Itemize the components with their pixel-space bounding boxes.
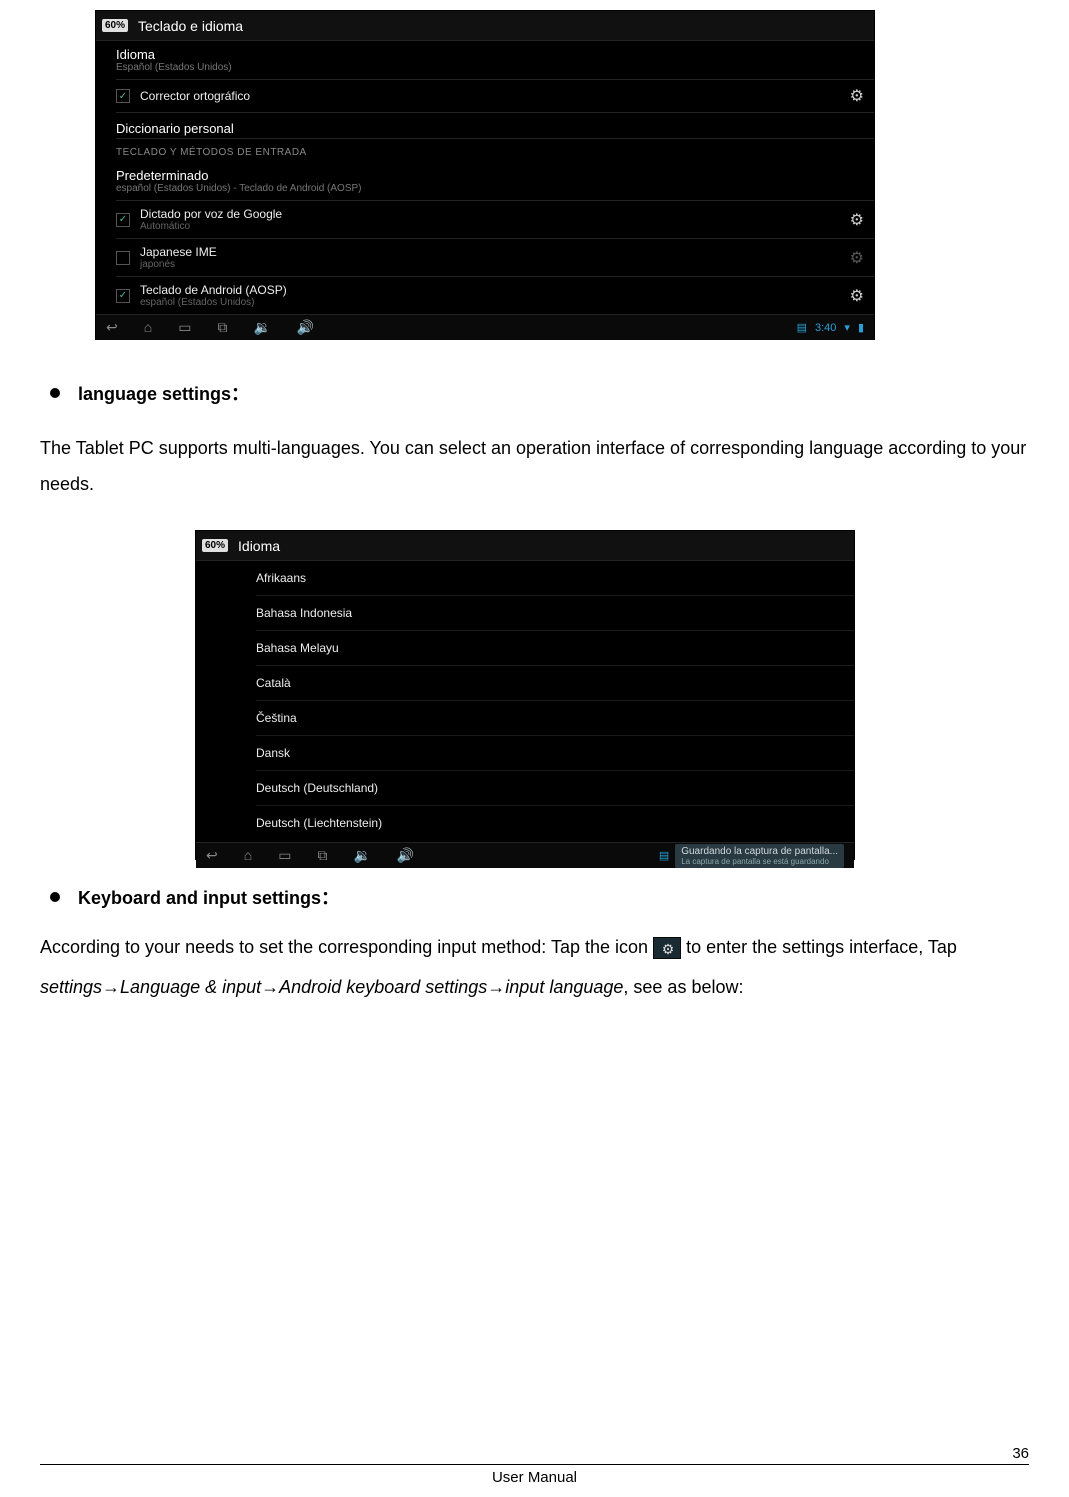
predeterminado-value: español (Estados Unidos) - Teclado de An…	[116, 183, 874, 198]
recent-icon[interactable]: ▭	[178, 319, 191, 336]
corrector-row[interactable]: ✓ Corrector ortográfico ⚙	[116, 82, 874, 110]
page-number: 36	[1012, 1445, 1029, 1462]
page-footer: 36 User Manual	[40, 1464, 1029, 1469]
ime-sub: Automático	[140, 221, 282, 232]
idioma-value: Español (Estados Unidos)	[116, 62, 874, 77]
checkbox-icon[interactable]	[116, 251, 130, 265]
volume-down-icon[interactable]: 🔉	[253, 319, 270, 336]
ime-sub: español (Estados Unidos)	[140, 297, 287, 308]
home-icon[interactable]: ⌂	[244, 847, 252, 864]
language-option[interactable]: Čeština	[256, 701, 854, 736]
battery-badge: 60%	[202, 539, 228, 552]
shot1-header: 60% Teclado e idioma	[96, 11, 874, 41]
predeterminado-label[interactable]: Predeterminado	[116, 162, 874, 183]
back-icon[interactable]: ↩	[106, 319, 118, 336]
screenshot-language-input: 60% Teclado e idioma Idioma Español (Est…	[95, 10, 875, 340]
ime-title: Teclado de Android (AOSP)	[140, 283, 287, 297]
sd-icon: ▤	[797, 321, 807, 334]
bullet-dot-icon	[50, 388, 60, 398]
android-navbar: ↩ ⌂ ▭ ⧉ 🔉 🔊 ▤ Guardando la captura de pa…	[196, 842, 854, 868]
shot2-header: 60% Idioma	[196, 531, 854, 561]
volume-up-icon[interactable]: 🔊	[297, 319, 314, 336]
language-option[interactable]: Deutsch (Liechtenstein)	[256, 806, 854, 840]
bullet-dot-icon	[50, 892, 60, 902]
ime-row-google[interactable]: ✓ Dictado por voz de Google Automático ⚙	[116, 203, 874, 236]
language-option[interactable]: Dansk	[256, 736, 854, 771]
section-heading-language: language settings：	[78, 380, 249, 406]
language-option[interactable]: Afrikaans	[256, 561, 854, 596]
checkbox-checked-icon[interactable]: ✓	[116, 89, 130, 103]
section-heading-keyboard: Keyboard and input settings：	[78, 884, 339, 910]
save-icon: ▤	[659, 849, 669, 862]
home-icon[interactable]: ⌂	[144, 319, 152, 336]
wifi-icon: ▾	[844, 321, 850, 334]
volume-down-icon[interactable]: 🔉	[353, 847, 370, 864]
android-navbar: ↩ ⌂ ▭ ⧉ 🔉 🔊 ▤ 3:40 ▾ ▮	[96, 314, 874, 340]
screenshot-icon[interactable]: ⧉	[217, 319, 227, 336]
teclado-category: TECLADO Y MÉTODOS DE ENTRADA	[116, 141, 874, 162]
ime-title: Dictado por voz de Google	[140, 207, 282, 221]
language-option[interactable]: Deutsch (Deutschland)	[256, 771, 854, 806]
checkbox-icon[interactable]: ✓	[116, 289, 130, 303]
battery-badge: 60%	[102, 19, 128, 32]
toast-title: Guardando la captura de pantalla...	[681, 846, 838, 857]
ime-row-japanese[interactable]: Japanese IME japonés ⚙	[116, 241, 874, 274]
toast-subtitle: La captura de pantalla se está guardando	[681, 857, 838, 866]
navigation-path: settings→Language & input→Android keyboa…	[40, 977, 623, 997]
checkbox-icon[interactable]: ✓	[116, 213, 130, 227]
recent-icon[interactable]: ▭	[278, 847, 291, 864]
clock-time: 3:40	[815, 322, 836, 334]
screenshot-toast: Guardando la captura de pantalla... La c…	[675, 844, 844, 868]
idioma-label[interactable]: Idioma	[116, 41, 874, 62]
paragraph-language: The Tablet PC supports multi-languages. …	[40, 430, 1029, 502]
language-option[interactable]: Bahasa Melayu	[256, 631, 854, 666]
para2-text-b: to enter the settings interface, Tap	[686, 937, 957, 957]
language-option[interactable]: Català	[256, 666, 854, 701]
ime-title: Japanese IME	[140, 245, 217, 259]
settings-icon[interactable]: ⚙	[850, 286, 862, 306]
battery-icon: ▮	[858, 321, 864, 334]
para2-text-a: According to your needs to set the corre…	[40, 937, 653, 957]
ime-sub: japonés	[140, 259, 217, 270]
settings-sliders-icon: ⚙	[653, 937, 681, 959]
shot1-title: Teclado e idioma	[138, 18, 243, 34]
settings-icon[interactable]: ⚙	[850, 248, 862, 268]
settings-icon[interactable]: ⚙	[850, 210, 862, 230]
shot2-title: Idioma	[238, 538, 280, 554]
language-option[interactable]: Bahasa Indonesia	[256, 596, 854, 631]
settings-icon[interactable]: ⚙	[850, 86, 862, 106]
paragraph-keyboard: According to your needs to set the corre…	[40, 928, 1029, 1007]
diccionario-personal[interactable]: Diccionario personal	[116, 115, 874, 136]
footer-title: User Manual	[492, 1469, 577, 1486]
ime-row-android[interactable]: ✓ Teclado de Android (AOSP) español (Est…	[116, 279, 874, 312]
para2-text-c: , see as below:	[623, 977, 743, 997]
back-icon[interactable]: ↩	[206, 847, 218, 864]
screenshot-idioma-list: 60% Idioma Afrikaans Bahasa Indonesia Ba…	[195, 530, 855, 860]
volume-up-icon[interactable]: 🔊	[397, 847, 414, 864]
corrector-label: Corrector ortográfico	[140, 89, 250, 103]
screenshot-icon[interactable]: ⧉	[317, 847, 327, 864]
